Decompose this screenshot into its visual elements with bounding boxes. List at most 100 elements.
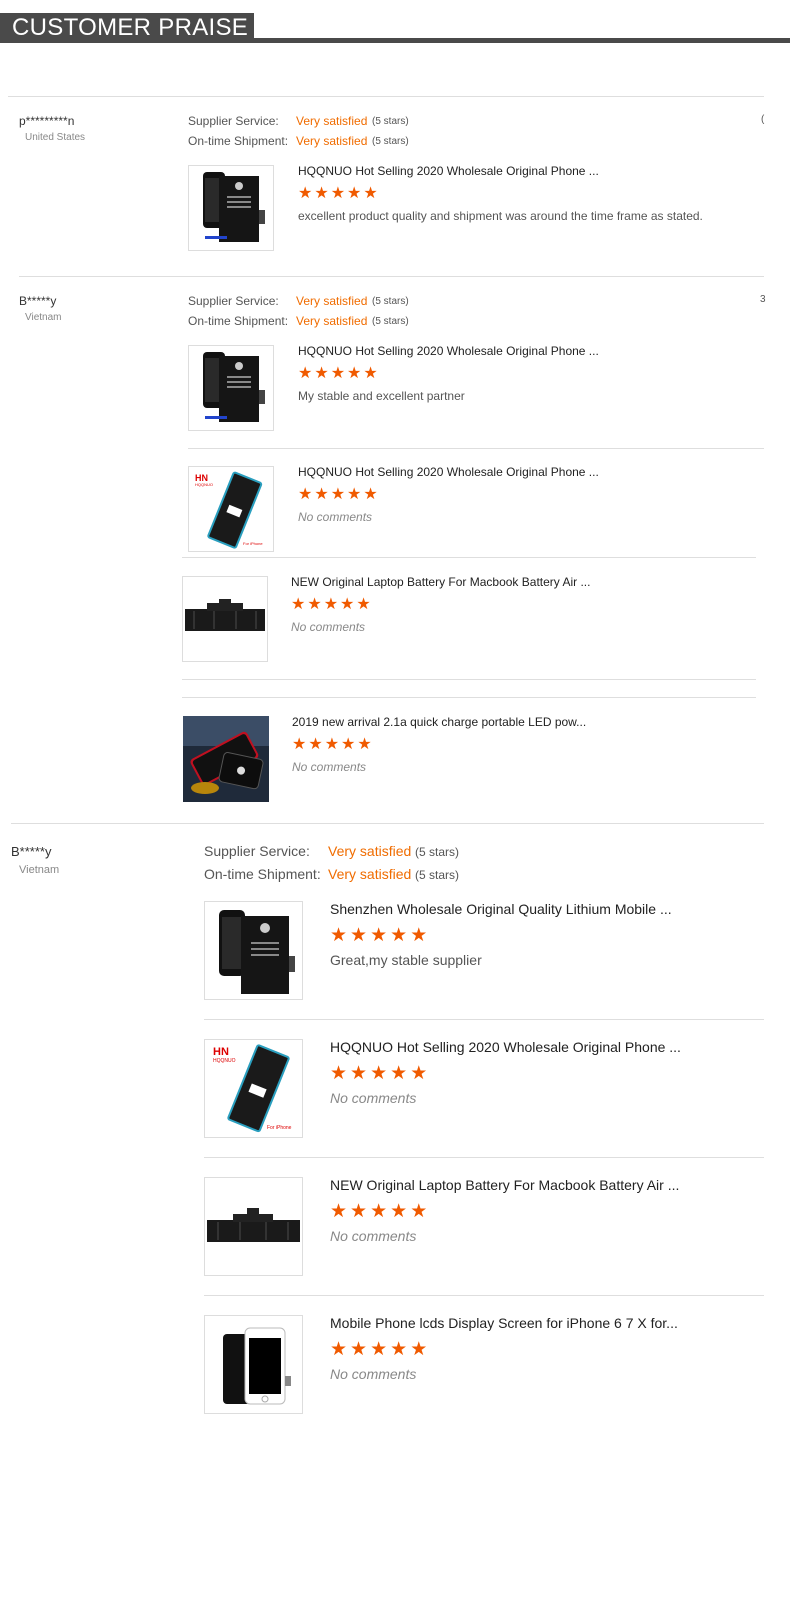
star-icon: ★ xyxy=(314,185,329,202)
divider xyxy=(204,1295,764,1296)
star-icon: ★ xyxy=(363,365,378,382)
star-icon: ★ xyxy=(410,1063,428,1084)
supplier-service-label: Supplier Service: xyxy=(188,114,279,128)
review-comment: No comments xyxy=(291,620,366,634)
star-icon: ★ xyxy=(363,486,378,503)
edge-mark: ( xyxy=(761,114,765,125)
shipment-label: On-time Shipment: xyxy=(188,314,289,328)
star-icon: ★ xyxy=(347,185,362,202)
star-icon: ★ xyxy=(390,1201,408,1222)
shipment-stars: (5 stars) xyxy=(415,868,460,882)
phone-battery-icon xyxy=(219,910,295,994)
review-comment: No comments xyxy=(330,1366,417,1382)
product-title[interactable]: NEW Original Laptop Battery For Macbook … xyxy=(291,575,590,589)
star-icon: ★ xyxy=(370,1339,388,1360)
product-title[interactable]: HQQNUO Hot Selling 2020 Wholesale Origin… xyxy=(298,465,599,479)
divider xyxy=(19,276,764,277)
divider xyxy=(8,96,764,97)
for-iphone-tag: For iPhone xyxy=(267,1125,292,1131)
review-comment: No comments xyxy=(292,760,367,774)
reviewer-country: Vietnam xyxy=(19,864,60,876)
reviewer-name: B*****y xyxy=(11,844,52,859)
reviewer-country: United States xyxy=(25,132,86,143)
star-icon: ★ xyxy=(330,1063,348,1084)
star-icon: ★ xyxy=(390,1339,408,1360)
product-title[interactable]: 2019 new arrival 2.1a quick charge porta… xyxy=(292,715,586,729)
star-icon: ★ xyxy=(314,486,329,503)
star-icon: ★ xyxy=(314,365,329,382)
star-icon: ★ xyxy=(390,925,408,946)
star-icon: ★ xyxy=(307,596,322,613)
product-rating-stars: ★ ★ ★ ★ ★ xyxy=(330,1340,427,1359)
divider xyxy=(204,1019,764,1020)
product-image[interactable] xyxy=(204,901,303,1000)
divider xyxy=(182,557,756,558)
reviewer-name: B*****y xyxy=(19,294,57,308)
star-icon: ★ xyxy=(410,1201,428,1222)
product-title[interactable]: HQQNUO Hot Selling 2020 Wholesale Origin… xyxy=(298,344,599,358)
product-title[interactable]: HQQNUO Hot Selling 2020 Wholesale Origin… xyxy=(298,164,599,178)
product-image[interactable] xyxy=(182,576,268,662)
product-rating-stars: ★ ★ ★ ★ ★ xyxy=(330,1064,427,1083)
star-icon: ★ xyxy=(298,365,313,382)
star-icon: ★ xyxy=(324,736,340,753)
product-rating-stars: ★ ★ ★ ★ ★ xyxy=(330,926,427,945)
star-icon: ★ xyxy=(291,596,306,613)
product-image[interactable] xyxy=(183,716,269,802)
product-image[interactable]: HN HQQNUO For iPhone xyxy=(188,466,274,552)
star-icon: ★ xyxy=(330,1201,348,1222)
shipment-rating: Very satisfied xyxy=(328,866,412,882)
product-title[interactable]: HQQNUO Hot Selling 2020 Wholesale Origin… xyxy=(330,1039,681,1055)
reviewer-name: p*********n xyxy=(19,114,75,128)
shipment-label: On-time Shipment: xyxy=(204,866,321,882)
star-icon: ★ xyxy=(330,925,348,946)
laptop-battery-icon xyxy=(207,1208,300,1242)
product-image[interactable] xyxy=(204,1315,303,1414)
divider xyxy=(204,1157,764,1158)
supplier-service-stars: (5 stars) xyxy=(372,116,409,127)
supplier-service-label: Supplier Service: xyxy=(204,843,310,859)
star-icon: ★ xyxy=(410,925,428,946)
product-title[interactable]: Shenzhen Wholesale Original Quality Lith… xyxy=(330,901,672,917)
divider xyxy=(11,823,764,824)
brand-logo: HN xyxy=(213,1046,229,1058)
review-comment: No comments xyxy=(330,1090,417,1106)
shipment-stars: (5 stars) xyxy=(372,136,409,147)
star-icon: ★ xyxy=(370,1063,388,1084)
product-image[interactable] xyxy=(204,1177,303,1276)
review-comment: No comments xyxy=(330,1228,417,1244)
product-rating-stars: ★ ★ ★ ★ ★ xyxy=(298,366,378,382)
supplier-service-rating: Very satisfied xyxy=(328,843,412,859)
for-iphone-tag: For iPhone xyxy=(243,541,263,546)
product-title[interactable]: NEW Original Laptop Battery For Macbook … xyxy=(330,1177,679,1193)
product-image[interactable]: HN HQQNUO For iPhone xyxy=(204,1039,303,1138)
phone-battery-icon xyxy=(203,172,265,242)
brand-sub: HQQNUO xyxy=(195,482,213,487)
supplier-service-label: Supplier Service: xyxy=(188,294,279,308)
star-icon: ★ xyxy=(340,596,355,613)
star-icon: ★ xyxy=(363,185,378,202)
star-icon: ★ xyxy=(308,736,323,753)
star-icon: ★ xyxy=(347,486,362,503)
star-icon: ★ xyxy=(330,185,346,202)
review-comment: No comments xyxy=(298,510,373,524)
product-rating-stars: ★ ★ ★ ★ ★ xyxy=(298,186,378,202)
supplier-service-stars: (5 stars) xyxy=(415,845,460,859)
supplier-service-rating: Very satisfied xyxy=(296,114,368,128)
product-rating-stars: ★ ★ ★ ★ ★ xyxy=(298,487,378,503)
star-icon: ★ xyxy=(298,185,313,202)
shipment-stars: (5 stars) xyxy=(372,316,409,327)
star-icon: ★ xyxy=(292,736,307,753)
divider xyxy=(188,448,764,449)
review-comment: My stable and excellent partner xyxy=(298,389,465,403)
star-icon: ★ xyxy=(330,1339,348,1360)
review-comment: Great,my stable supplier xyxy=(330,952,482,968)
product-title[interactable]: Mobile Phone lcds Display Screen for iPh… xyxy=(330,1315,678,1331)
product-image[interactable] xyxy=(188,165,274,251)
star-icon: ★ xyxy=(330,365,346,382)
star-icon: ★ xyxy=(357,736,372,753)
product-image[interactable] xyxy=(188,345,274,431)
star-icon: ★ xyxy=(347,365,362,382)
star-icon: ★ xyxy=(370,925,388,946)
divider xyxy=(182,679,756,680)
